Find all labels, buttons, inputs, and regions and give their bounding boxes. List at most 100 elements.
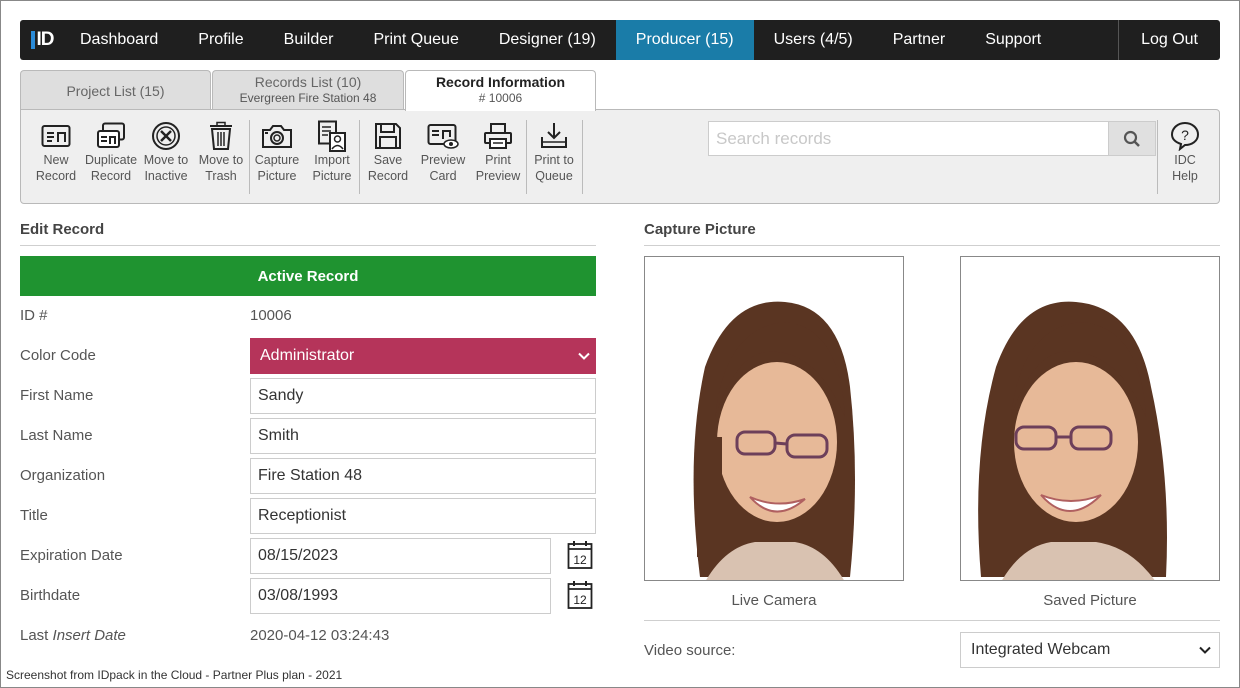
expiration-date-value: 08/15/2023 xyxy=(258,547,339,564)
tab-record-info-sub: # 10006 xyxy=(478,91,523,105)
expiration-date-label: Expiration Date xyxy=(20,547,123,564)
print-preview-label-2: Preview xyxy=(475,169,521,183)
nav-users[interactable]: Users (4/5) xyxy=(754,20,873,60)
search-box xyxy=(708,121,1156,156)
help-label-2: Help xyxy=(1172,169,1198,183)
id-label: ID # xyxy=(20,307,48,324)
import-picture-button[interactable]: Import Picture xyxy=(304,120,360,184)
portrait-image xyxy=(645,257,903,580)
top-nav: ID Dashboard Profile Builder Print Queue… xyxy=(20,20,1220,60)
duplicate-label-1: Duplicate xyxy=(84,153,138,167)
nav-designer[interactable]: Designer (19) xyxy=(479,20,616,60)
organization-label: Organization xyxy=(20,467,106,484)
last-insert-date-label: Last Insert Date xyxy=(20,627,126,644)
saved-picture-view xyxy=(960,256,1220,581)
tab-records-list-label: Records List (10) xyxy=(254,74,362,90)
chevron-down-icon xyxy=(578,352,590,360)
nav-print-queue[interactable]: Print Queue xyxy=(353,20,478,60)
print-to-queue-button[interactable]: Print to Queue xyxy=(526,120,582,184)
color-code-select[interactable]: Administrator xyxy=(250,338,596,374)
queue-label-1: Print to xyxy=(534,153,574,167)
tab-records-list-sub: Evergreen Fire Station 48 xyxy=(239,91,377,105)
logout-button[interactable]: Log Out xyxy=(1118,20,1220,60)
search-input[interactable] xyxy=(709,122,1108,155)
title-label: Title xyxy=(20,507,48,524)
save-record-button[interactable]: Save Record xyxy=(360,120,416,184)
saved-picture-caption: Saved Picture xyxy=(1043,592,1137,609)
first-name-field[interactable]: Sandy xyxy=(250,378,596,414)
birthdate-field[interactable]: 03/08/1993 xyxy=(250,578,551,614)
tab-project-list[interactable]: Project List (15) xyxy=(20,70,211,110)
calendar-icon[interactable]: 12 xyxy=(567,540,593,570)
id-card-icon xyxy=(28,120,84,152)
preview-label-1: Preview xyxy=(420,153,466,167)
nav-builder[interactable]: Builder xyxy=(264,20,354,60)
preview-label-2: Card xyxy=(429,169,457,183)
capture-picture-button[interactable]: Capture Picture xyxy=(249,120,305,184)
edit-record-title: Edit Record xyxy=(20,221,105,238)
app-logo[interactable]: ID xyxy=(20,20,64,60)
duplicate-record-button[interactable]: Duplicate Record xyxy=(83,120,139,184)
print-preview-button[interactable]: Print Preview xyxy=(470,120,526,184)
video-source-value: Integrated Webcam xyxy=(971,641,1111,658)
new-record-button[interactable]: New Record xyxy=(28,120,84,184)
logo-text: ID xyxy=(36,29,55,50)
svg-text:?: ? xyxy=(1181,127,1189,143)
live-camera-caption: Live Camera xyxy=(731,592,817,609)
last-name-field[interactable]: Smith xyxy=(250,418,596,454)
save-icon xyxy=(360,120,416,152)
duplicate-card-icon xyxy=(83,120,139,152)
search-icon xyxy=(1123,130,1140,147)
organization-field[interactable]: Fire Station 48 xyxy=(250,458,596,494)
tab-project-list-label: Project List (15) xyxy=(66,82,165,99)
color-code-label: Color Code xyxy=(20,347,96,364)
trash-icon xyxy=(193,120,249,152)
move-to-trash-button[interactable]: Move to Trash xyxy=(193,120,249,184)
trash-label-1: Move to xyxy=(198,153,244,167)
print-preview-label-1: Print xyxy=(485,153,511,167)
tab-records-list[interactable]: Records List (10) Evergreen Fire Station… xyxy=(212,70,404,110)
tab-record-information[interactable]: Record Information # 10006 xyxy=(405,70,596,111)
preview-card-button[interactable]: Preview Card xyxy=(415,120,471,184)
screenshot-caption: Screenshot from IDpack in the Cloud - Pa… xyxy=(4,668,345,682)
insert-label-b: Insert Date xyxy=(52,627,126,644)
tab-record-info-label: Record Information xyxy=(435,74,566,90)
nav-profile[interactable]: Profile xyxy=(178,20,263,60)
download-tray-icon xyxy=(526,120,582,152)
help-button[interactable]: ? IDC Help xyxy=(1157,120,1213,184)
move-to-inactive-button[interactable]: Move to Inactive xyxy=(138,120,194,184)
live-camera-view[interactable] xyxy=(644,256,904,581)
save-label-1: Save xyxy=(373,153,403,167)
title-field[interactable]: Receptionist xyxy=(250,498,596,534)
preview-card-icon xyxy=(415,120,471,152)
inactive-label-2: Inactive xyxy=(144,169,188,183)
help-label-1: IDC xyxy=(1174,153,1196,167)
divider xyxy=(644,245,1220,246)
import-picture-icon xyxy=(304,120,360,152)
import-label-2: Picture xyxy=(312,169,352,183)
status-bar: Active Record xyxy=(20,256,596,296)
calendar-icon[interactable]: 12 xyxy=(567,580,593,610)
printer-icon xyxy=(470,120,526,152)
first-name-label: First Name xyxy=(20,387,94,404)
inactive-label-1: Move to xyxy=(143,153,189,167)
color-code-value: Administrator xyxy=(260,347,355,364)
save-label-2: Record xyxy=(367,169,409,183)
expiration-date-field[interactable]: 08/15/2023 xyxy=(250,538,551,574)
title-value: Receptionist xyxy=(258,507,347,524)
capture-label-1: Capture xyxy=(254,153,300,167)
status-text: Active Record xyxy=(257,267,359,285)
nav-producer[interactable]: Producer (15) xyxy=(615,20,754,60)
nav-support[interactable]: Support xyxy=(965,20,1061,60)
toolbar-separator xyxy=(582,120,583,194)
last-insert-date-value: 2020-04-12 03:24:43 xyxy=(250,627,390,644)
queue-label-2: Queue xyxy=(535,169,573,183)
toolbar: New Record Duplicate Record Move to Inac… xyxy=(20,109,1220,204)
last-name-value: Smith xyxy=(258,427,299,444)
nav-partner[interactable]: Partner xyxy=(873,20,965,60)
search-button[interactable] xyxy=(1108,122,1155,155)
last-name-label: Last Name xyxy=(20,427,93,444)
video-source-select[interactable]: Integrated Webcam xyxy=(960,632,1220,668)
nav-dashboard[interactable]: Dashboard xyxy=(64,20,178,60)
birthdate-value: 03/08/1993 xyxy=(258,587,339,604)
